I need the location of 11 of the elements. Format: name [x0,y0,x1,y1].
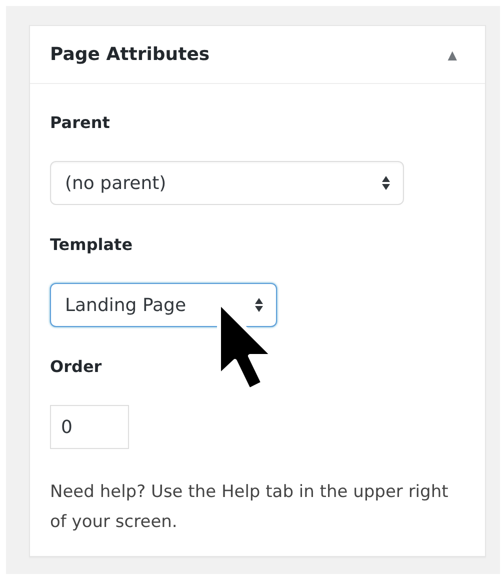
help-text: Need help? Use the Help tab in the upper right of your screen. [50,481,450,534]
field-label: Parent [50,112,111,134]
select-dropdown[interactable]: (no parent) [50,161,404,205]
panel-title: Page Attributes [50,43,210,67]
up-down-arrows-icon [381,175,391,191]
select-dropdown[interactable]: Landing Page [50,283,277,327]
input-field[interactable]: 0 [50,405,129,449]
collapse-toggle[interactable]: ▲ [440,46,465,64]
up-down-arrows-icon [254,297,264,313]
field-label: Template [50,234,134,256]
field-label: Order [50,356,103,378]
